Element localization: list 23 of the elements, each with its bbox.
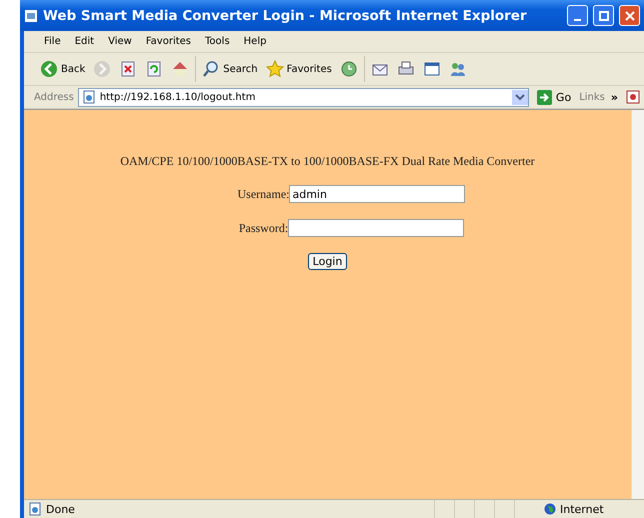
menu-item[interactable]: View — [102, 34, 138, 49]
login-button[interactable]: Login — [308, 253, 348, 270]
status-text: Done — [46, 502, 76, 516]
menu-item[interactable]: File — [38, 34, 67, 49]
menu-item[interactable]: Tools — [199, 34, 236, 49]
field-label: Password: — [238, 220, 288, 236]
back-button[interactable]: Back — [38, 59, 88, 79]
window-title: Web Smart Media Converter Login - Microsoft Internet Explorer — [43, 8, 528, 24]
search-button[interactable]: Search — [200, 59, 260, 79]
zone-text: Internet — [560, 502, 605, 516]
url-text: http://192.168.1.10/logout.htm — [100, 92, 256, 102]
links-label[interactable]: Links — [579, 92, 605, 102]
address-field[interactable]: http://192.168.1.10/logout.htm — [78, 88, 529, 106]
address-label: Address — [34, 92, 74, 102]
chevron-icon[interactable]: » — [610, 90, 618, 104]
field-label: Username: — [238, 186, 290, 202]
menu-item[interactable]: Favorites — [140, 34, 198, 49]
page-heading: OAM/CPE 10/100/1000BASE-TX to 100/1000BASE-FX Dual Rate Media Converter — [120, 154, 535, 169]
menu-item[interactable]: Edit — [68, 34, 100, 49]
username-field[interactable]: admin — [289, 185, 466, 203]
favorites-button[interactable]: Favorites — [264, 59, 334, 79]
go-button[interactable]: Go — [532, 90, 576, 104]
menu-item[interactable]: Help — [238, 34, 272, 49]
